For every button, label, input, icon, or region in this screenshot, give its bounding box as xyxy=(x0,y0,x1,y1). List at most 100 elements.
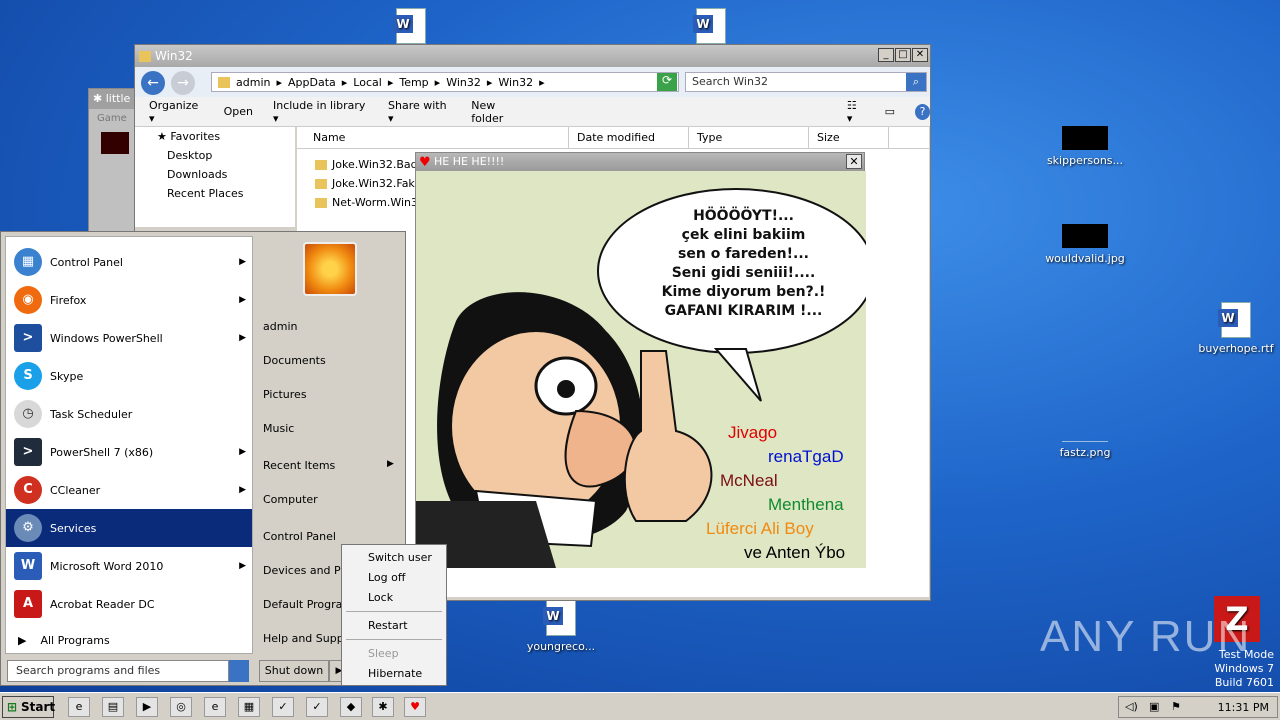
nav-favorites[interactable]: ★ Favorites xyxy=(135,127,295,146)
start-item-task-scheduler[interactable]: ◷ Task Scheduler xyxy=(6,395,252,433)
minesweeper-icon[interactable]: ✱ xyxy=(372,697,394,717)
media-player-icon[interactable]: ▶ xyxy=(136,697,158,717)
place-computer[interactable]: Computer xyxy=(263,493,318,506)
window-title: Win32 xyxy=(155,49,193,63)
popup-titlebar[interactable]: ♥ HE HE HE!!!! ✕ xyxy=(416,153,864,171)
place-documents[interactable]: Documents xyxy=(263,354,326,367)
desktop-icon-wouldvalid[interactable]: wouldvalid.jpg xyxy=(1040,224,1130,265)
windows-logo-icon: ⊞ xyxy=(7,700,18,714)
start-item-services[interactable]: ⚙ Services xyxy=(6,509,252,547)
search-icon[interactable] xyxy=(229,660,249,682)
address-bar-area: ← → admin ▸ AppData ▸ Local ▸ Temp ▸ Win32 ▸ … xyxy=(135,67,930,97)
view-options-icon[interactable]: ☷ ▾ xyxy=(847,99,865,125)
column-name[interactable]: Name xyxy=(297,127,569,148)
close-button[interactable]: ✕ xyxy=(912,48,928,62)
winrar-icon[interactable]: ▦ xyxy=(238,697,260,717)
breadcrumb-item[interactable]: Win32 xyxy=(446,76,481,89)
start-item-powershell7[interactable]: > PowerShell 7 (x86) ▶ xyxy=(6,433,252,471)
start-item-firefox[interactable]: ◉ Firefox ▶ xyxy=(6,281,252,319)
include-in-library-button[interactable]: Include in library ▾ xyxy=(273,99,368,125)
word-document-icon xyxy=(543,600,576,636)
chrome-icon[interactable]: ◎ xyxy=(170,697,192,717)
organize-button[interactable]: Organize ▾ xyxy=(149,99,204,125)
open-button[interactable]: Open xyxy=(224,105,253,118)
place-control-panel[interactable]: Control Panel xyxy=(263,530,336,543)
place-recent-items[interactable]: Recent Items ▶ xyxy=(263,459,394,472)
little-window-menu[interactable]: Game xyxy=(89,109,135,128)
column-size[interactable]: Size xyxy=(809,127,889,148)
credit-line: Lüferci Ali Boy xyxy=(706,519,814,538)
edge-icon[interactable]: e xyxy=(204,697,226,717)
system-tray: ◁) ▣ ⚑ 11:31 PM xyxy=(1118,696,1278,718)
image-thumbnail-icon xyxy=(1062,426,1108,442)
clock[interactable]: 11:31 PM xyxy=(1218,701,1269,714)
explorer-titlebar[interactable]: Win32 _ □ ✕ xyxy=(135,45,930,67)
forward-button[interactable]: → xyxy=(171,71,195,95)
start-item-windows-powershell[interactable]: > Windows PowerShell ▶ xyxy=(6,319,252,357)
menu-log-off[interactable]: Log off xyxy=(368,571,405,584)
place-music[interactable]: Music xyxy=(263,422,294,435)
explorer-icon[interactable]: ▤ xyxy=(102,697,124,717)
start-item-control-panel[interactable]: ▦ Control Panel ▶ xyxy=(6,243,252,281)
desktop-icon-buyerhope[interactable]: buyerhope.rtf xyxy=(1191,302,1280,355)
start-button[interactable]: ⊞ Start xyxy=(2,696,55,718)
desktop-icon-youngreco[interactable]: youngreco... xyxy=(516,600,606,653)
desktop-icon-skippersons[interactable]: skippersons... xyxy=(1040,126,1130,167)
start-item-word[interactable]: W Microsoft Word 2010 ▶ xyxy=(6,547,252,585)
menu-lock[interactable]: Lock xyxy=(368,591,393,604)
ie-icon[interactable]: e xyxy=(68,697,90,717)
breadcrumb-item[interactable]: AppData xyxy=(288,76,336,89)
nav-desktop[interactable]: Desktop xyxy=(135,146,295,165)
minimize-button[interactable]: _ xyxy=(878,48,894,62)
place-pictures[interactable]: Pictures xyxy=(263,388,307,401)
help-icon[interactable]: ? xyxy=(915,103,930,120)
all-programs-button[interactable]: ▶ All Programs xyxy=(18,634,110,647)
app-icon-3[interactable]: ◆ xyxy=(340,697,362,717)
app-icon-1[interactable]: ✓ xyxy=(272,697,294,717)
word-document-icon xyxy=(1218,302,1251,338)
start-item-acrobat[interactable]: A Acrobat Reader DC xyxy=(6,585,252,623)
breadcrumb-item[interactable]: Win32 xyxy=(498,76,533,89)
place-admin[interactable]: admin xyxy=(263,320,297,333)
breadcrumb-item[interactable]: admin xyxy=(236,76,270,89)
mine-counter xyxy=(101,132,129,154)
menu-restart[interactable]: Restart xyxy=(368,619,408,632)
popup-close-button[interactable]: ✕ xyxy=(846,154,862,169)
breadcrumb-item[interactable]: Local xyxy=(353,76,382,89)
breadcrumb-item[interactable]: Temp xyxy=(399,76,428,89)
menu-hibernate[interactable]: Hibernate xyxy=(368,667,422,680)
place-default-programs[interactable]: Default Program xyxy=(263,598,353,611)
column-date-modified[interactable]: Date modified xyxy=(569,127,689,148)
desktop-icon-fastz[interactable]: fastz.png xyxy=(1040,426,1130,459)
volume-icon[interactable]: ◁) xyxy=(1125,700,1138,713)
start-item-ccleaner[interactable]: C CCleaner ▶ xyxy=(6,471,252,509)
little-game-window[interactable]: ✱ little Game xyxy=(88,88,136,248)
flag-icon[interactable]: ⚑ xyxy=(1171,700,1181,713)
search-icon[interactable]: ⌕ xyxy=(906,73,926,91)
preview-pane-icon[interactable]: ▭ xyxy=(885,105,895,118)
start-item-skype[interactable]: S Skype xyxy=(6,357,252,395)
search-input[interactable]: Search Win32 ⌕ xyxy=(685,72,927,92)
start-search-input[interactable]: Search programs and files xyxy=(7,660,229,682)
place-devices[interactable]: Devices and Pri xyxy=(263,564,348,577)
desktop-icon-doc-top-2[interactable] xyxy=(666,8,756,48)
new-folder-button[interactable]: New folder xyxy=(471,99,527,125)
heart-icon[interactable]: ♥ xyxy=(404,697,426,717)
nav-recent-places[interactable]: Recent Places xyxy=(135,184,295,203)
desktop-icon-label: fastz.png xyxy=(1059,446,1111,459)
back-button[interactable]: ← xyxy=(141,71,165,95)
app-icon-2[interactable]: ✓ xyxy=(306,697,328,717)
credit-line: Jivago xyxy=(728,423,778,442)
shut-down-button[interactable]: Shut down xyxy=(259,660,329,682)
place-help[interactable]: Help and Suppo xyxy=(263,632,350,645)
menu-switch-user[interactable]: Switch user xyxy=(368,551,432,564)
prank-popup-window[interactable]: ♥ HE HE HE!!!! ✕ HÖÖÖÖYT!... çek elini b… xyxy=(415,152,866,568)
desktop-icon-doc-top-1[interactable] xyxy=(366,8,456,48)
network-icon[interactable]: ▣ xyxy=(1149,700,1159,713)
refresh-icon[interactable]: ⟳ xyxy=(657,73,677,91)
column-type[interactable]: Type xyxy=(689,127,809,148)
share-with-button[interactable]: Share with ▾ xyxy=(388,99,451,125)
nav-downloads[interactable]: Downloads xyxy=(135,165,295,184)
breadcrumb[interactable]: admin ▸ AppData ▸ Local ▸ Temp ▸ Win32 ▸ Win3… xyxy=(211,72,679,92)
maximize-button[interactable]: □ xyxy=(895,48,911,62)
